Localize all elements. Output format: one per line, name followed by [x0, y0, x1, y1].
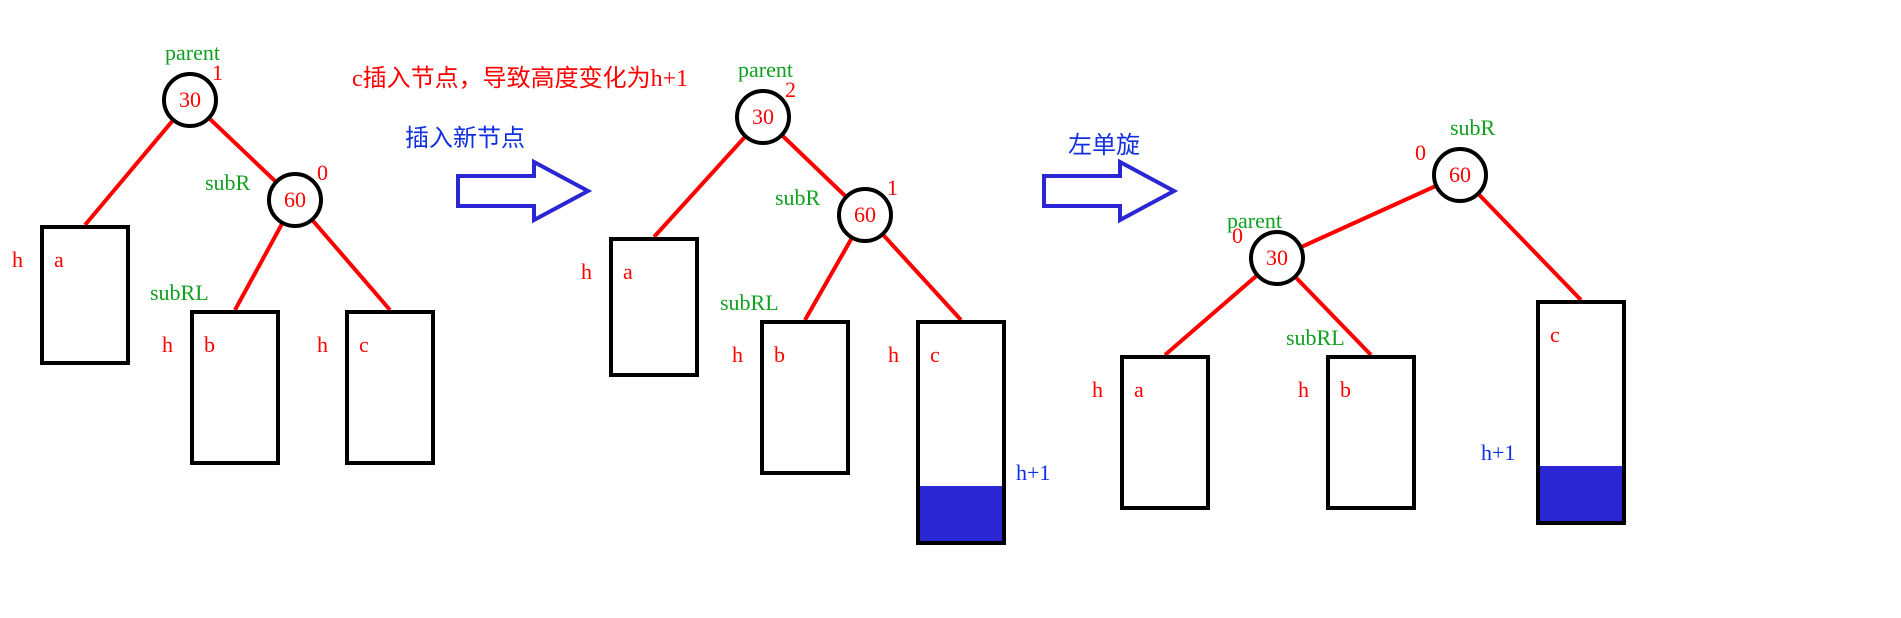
subtree-label-a: a [1134, 377, 1144, 403]
subtree-label-c: c [359, 332, 369, 358]
node-parent: 30 [162, 72, 218, 128]
height-label-b: h [162, 332, 173, 358]
diagram-stage: c插入节点，导致高度变化为h+1 插入新节点 左单旋 30parent160su… [0, 0, 1901, 618]
height-label-b: h [732, 342, 743, 368]
subtree-box-a [40, 225, 130, 365]
height-label-a: h [1092, 377, 1103, 403]
extra-label-c: h+1 [1481, 440, 1515, 466]
node-subR: 60 [1432, 147, 1488, 203]
node-subR: 60 [267, 172, 323, 228]
subtree-box-a [609, 237, 699, 377]
height-label-a: h [12, 247, 23, 273]
height-label-a: h [581, 259, 592, 285]
arrow-icon [454, 156, 594, 226]
arrow-icon [1040, 156, 1180, 226]
subtree-insert-block [1540, 466, 1622, 521]
subtree-label-b: b [204, 332, 215, 358]
subtree-insert-block [920, 486, 1002, 541]
subtree-label-c: c [930, 342, 940, 368]
node-name-subR: subR [775, 185, 820, 211]
subtree-label-b: b [1340, 377, 1351, 403]
subtree-name-b: subRL [1286, 325, 1345, 351]
height-label-c: h [888, 342, 899, 368]
subtree-label-a: a [54, 247, 64, 273]
arrow1-label: 插入新节点 [405, 118, 525, 153]
balance-subR: 0 [1415, 140, 1426, 166]
annotation-title: c插入节点，导致高度变化为h+1 [352, 58, 688, 93]
subtree-label-b: b [774, 342, 785, 368]
balance-subR: 0 [317, 160, 328, 186]
balance-parent: 1 [212, 60, 223, 86]
extra-label-c: h+1 [1016, 460, 1050, 486]
balance-parent: 2 [785, 77, 796, 103]
balance-subR: 1 [887, 175, 898, 201]
node-name-subR: subR [205, 170, 250, 196]
height-label-c: h [317, 332, 328, 358]
subtree-name-b: subRL [150, 280, 209, 306]
subtree-name-b: subRL [720, 290, 779, 316]
subtree-label-a: a [623, 259, 633, 285]
node-parent: 30 [735, 89, 791, 145]
subtree-label-c: c [1550, 322, 1560, 348]
balance-parent: 0 [1232, 223, 1243, 249]
node-name-subR: subR [1450, 115, 1495, 141]
node-parent: 30 [1249, 230, 1305, 286]
arrow2-label: 左单旋 [1068, 125, 1140, 160]
height-label-b: h [1298, 377, 1309, 403]
node-subR: 60 [837, 187, 893, 243]
